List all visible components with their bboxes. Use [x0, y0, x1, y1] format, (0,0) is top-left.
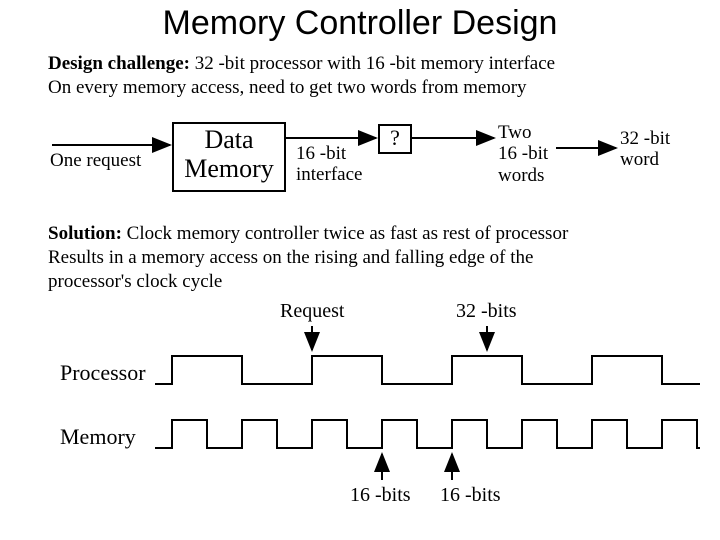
timing-bottom-arrows: [0, 0, 720, 540]
label-16bits-a: 16 -bits: [350, 484, 411, 507]
label-16bits-b: 16 -bits: [440, 484, 501, 507]
